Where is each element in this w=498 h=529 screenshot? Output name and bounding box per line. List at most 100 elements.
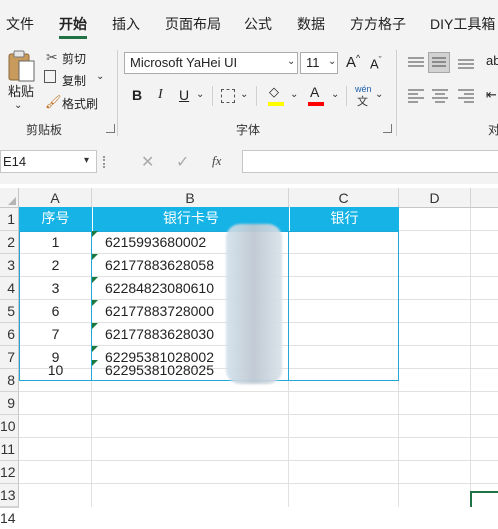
header-cell-seq[interactable]: 序号: [19, 207, 92, 231]
font-color-dropdown-icon[interactable]: ⌄: [331, 89, 339, 100]
row-header[interactable]: 8: [0, 369, 19, 392]
column-header-c[interactable]: C: [289, 188, 399, 208]
font-size-dropdown-icon[interactable]: ⌄: [328, 56, 336, 67]
column-header-a[interactable]: A: [19, 188, 92, 208]
text-number-indicator-icon: [92, 323, 98, 329]
formula-input[interactable]: [242, 150, 498, 173]
text-number-indicator-icon: [92, 346, 98, 352]
row-header[interactable]: 12: [0, 461, 19, 484]
seq-cell[interactable]: 10: [20, 359, 91, 381]
row-header[interactable]: 1: [0, 208, 19, 231]
divider: [396, 50, 397, 136]
insert-function-button[interactable]: fx: [212, 153, 221, 169]
active-cell-selection: [470, 491, 498, 507]
text-number-indicator-icon: [92, 360, 98, 366]
seq-cell[interactable]: 2: [20, 254, 91, 276]
copy-dropdown-icon[interactable]: ⌄: [96, 71, 104, 82]
fill-color-dropdown-icon[interactable]: ⌄: [290, 89, 298, 100]
font-launcher-icon[interactable]: [383, 124, 392, 133]
formula-bar-grip-icon: [103, 156, 107, 168]
align-top-icon[interactable]: [407, 56, 425, 70]
font-name-dropdown-icon[interactable]: ⌄: [287, 56, 295, 67]
gridline: [19, 437, 498, 438]
align-middle-button[interactable]: [428, 52, 450, 73]
align-bottom-icon[interactable]: [457, 56, 475, 70]
divider: [212, 86, 213, 106]
row-header[interactable]: 13: [0, 484, 19, 507]
increase-font-icon[interactable]: A^: [346, 53, 360, 71]
format-painter-icon: 🖌: [45, 94, 62, 109]
seq-cell[interactable]: 6: [20, 300, 91, 322]
borders-dropdown-icon[interactable]: ⌄: [240, 89, 248, 100]
underline-dropdown-icon[interactable]: ⌄: [196, 89, 204, 100]
column-header-b[interactable]: B: [92, 188, 289, 208]
divider: [117, 50, 118, 136]
align-middle-icon: [432, 57, 446, 67]
phonetic-dropdown-icon[interactable]: ⌄: [375, 89, 383, 100]
row-header[interactable]: 9: [0, 392, 19, 415]
gridline: [19, 460, 498, 461]
decrease-font-icon[interactable]: Aˇ: [370, 55, 382, 71]
align-left-icon[interactable]: [407, 88, 425, 104]
row-header[interactable]: 11: [0, 438, 19, 461]
text-number-indicator-icon: [92, 277, 98, 283]
align-center-icon[interactable]: [431, 88, 449, 104]
paste-dropdown-icon[interactable]: ⌄: [14, 100, 22, 111]
scissors-icon: ✂: [46, 49, 58, 65]
phonetic-guide-icon: 文: [357, 96, 368, 108]
row-header[interactable]: 5: [0, 300, 19, 323]
seq-cell[interactable]: 3: [20, 277, 91, 299]
row-header[interactable]: 4: [0, 277, 19, 300]
format-painter-button[interactable]: 格式刷: [62, 95, 98, 112]
row-header[interactable]: 3: [0, 254, 19, 277]
clipboard-launcher-icon[interactable]: [106, 124, 115, 133]
tab-page-layout[interactable]: 页面布局: [165, 14, 221, 34]
header-cell-bank[interactable]: 银行: [289, 207, 399, 231]
name-box[interactable]: E14: [0, 150, 97, 173]
tab-file[interactable]: 文件: [6, 14, 34, 34]
enter-check-icon[interactable]: ✓: [176, 152, 189, 172]
name-box-dropdown-icon[interactable]: ▾: [84, 155, 89, 166]
divider: [346, 86, 347, 106]
gridline: [19, 483, 498, 484]
tab-data[interactable]: 数据: [297, 14, 325, 34]
italic-button[interactable]: I: [158, 87, 163, 103]
alignment-group-label: 对: [488, 123, 498, 137]
tab-diy-toolbox[interactable]: DIY工具箱: [430, 14, 495, 34]
select-all-corner[interactable]: [0, 188, 19, 208]
worksheet-grid: A B C D 1 2 3 4 5 6 7 8 9 10 11 12 13 14…: [0, 184, 498, 526]
clipboard-group-label: 剪贴板: [26, 123, 63, 137]
font-name-select[interactable]: Microsoft YaHei UI: [124, 52, 298, 74]
fill-color-swatch: [268, 102, 284, 106]
font-color-icon[interactable]: A: [310, 84, 319, 100]
copy-button[interactable]: 复制: [62, 72, 86, 89]
align-right-icon[interactable]: [457, 88, 475, 104]
seq-cell[interactable]: 7: [20, 323, 91, 345]
borders-icon[interactable]: [221, 89, 235, 103]
fill-color-icon[interactable]: ◇: [269, 84, 279, 100]
row-header[interactable]: 14: [0, 507, 19, 526]
row-header[interactable]: 7: [0, 346, 19, 369]
font-color-swatch: [308, 102, 324, 106]
table-border: [288, 231, 289, 381]
privacy-blur-mask: [226, 224, 282, 384]
tab-insert[interactable]: 插入: [112, 14, 140, 34]
orientation-icon[interactable]: ab: [486, 53, 498, 68]
row-header[interactable]: 2: [0, 231, 19, 254]
cut-button[interactable]: 剪切: [62, 50, 86, 67]
column-header-e-partial[interactable]: [471, 188, 498, 208]
cancel-icon[interactable]: ✕: [141, 152, 154, 172]
seq-cell[interactable]: 1: [20, 231, 91, 253]
gridline: [19, 414, 498, 415]
row-header[interactable]: 10: [0, 415, 19, 438]
tab-fangfang[interactable]: 方方格子: [350, 14, 406, 34]
tab-formulas[interactable]: 公式: [244, 14, 272, 34]
column-header-d[interactable]: D: [399, 188, 471, 208]
decrease-indent-icon[interactable]: ⇤: [486, 87, 497, 103]
divider: [256, 86, 257, 106]
bold-button[interactable]: B: [132, 87, 142, 103]
underline-button[interactable]: U: [179, 87, 189, 103]
text-number-indicator-icon: [92, 254, 98, 260]
tab-home[interactable]: 开始: [59, 14, 87, 34]
row-header[interactable]: 6: [0, 323, 19, 346]
